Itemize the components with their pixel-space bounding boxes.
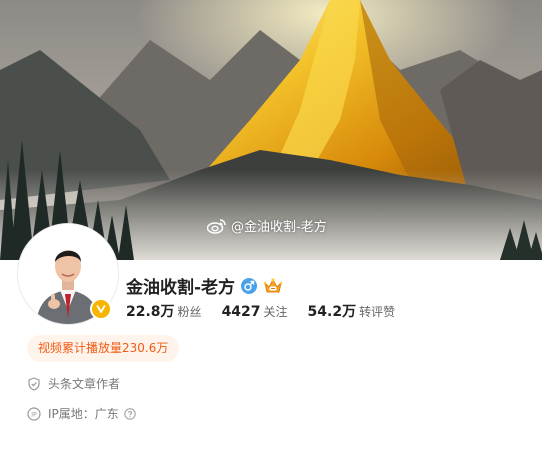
profile-stats: 22.8万 粉丝 4427 关注 54.2万 转评赞 bbox=[126, 301, 415, 321]
crown-icon[interactable] bbox=[263, 277, 283, 295]
male-icon bbox=[241, 277, 258, 294]
stat-label: 粉丝 bbox=[177, 305, 202, 319]
verified-v-badge bbox=[90, 298, 112, 320]
v-check-icon bbox=[96, 305, 106, 313]
weibo-logo-icon bbox=[207, 218, 226, 234]
info-row-author: 头条文章作者 bbox=[27, 375, 120, 392]
avatar-container[interactable] bbox=[18, 224, 118, 324]
watermark-text: @金油收割-老方 bbox=[231, 220, 327, 235]
stat-label: 关注 bbox=[263, 305, 288, 319]
video-play-count-tag: 视频累计播放量230.6万 bbox=[27, 335, 180, 362]
stat-label: 转评赞 bbox=[359, 305, 396, 319]
stat-value: 4427 bbox=[221, 304, 261, 320]
profile-banner: @金油收割-老方 bbox=[0, 0, 542, 260]
banner-watermark: @金油收割-老方 bbox=[207, 216, 327, 235]
info-row-ip: IP IP属地：广东 bbox=[27, 405, 136, 422]
info-text: 头条文章作者 bbox=[48, 377, 121, 391]
ip-icon: IP bbox=[27, 406, 41, 421]
shield-icon bbox=[28, 376, 40, 391]
stat-value: 54.2万 bbox=[307, 304, 357, 320]
stat-interactions[interactable]: 54.2万 转评赞 bbox=[308, 301, 396, 321]
stat-following[interactable]: 4427 关注 bbox=[222, 303, 288, 320]
help-icon[interactable] bbox=[124, 407, 136, 420]
svg-text:IP: IP bbox=[31, 411, 37, 418]
stat-followers[interactable]: 22.8万 粉丝 bbox=[126, 301, 202, 321]
name-row: 金油收割-老方 bbox=[126, 273, 283, 298]
profile-name: 金油收割-老方 bbox=[126, 278, 236, 298]
stat-value: 22.8万 bbox=[126, 304, 175, 320]
info-text: IP属地：广东 bbox=[48, 407, 119, 421]
